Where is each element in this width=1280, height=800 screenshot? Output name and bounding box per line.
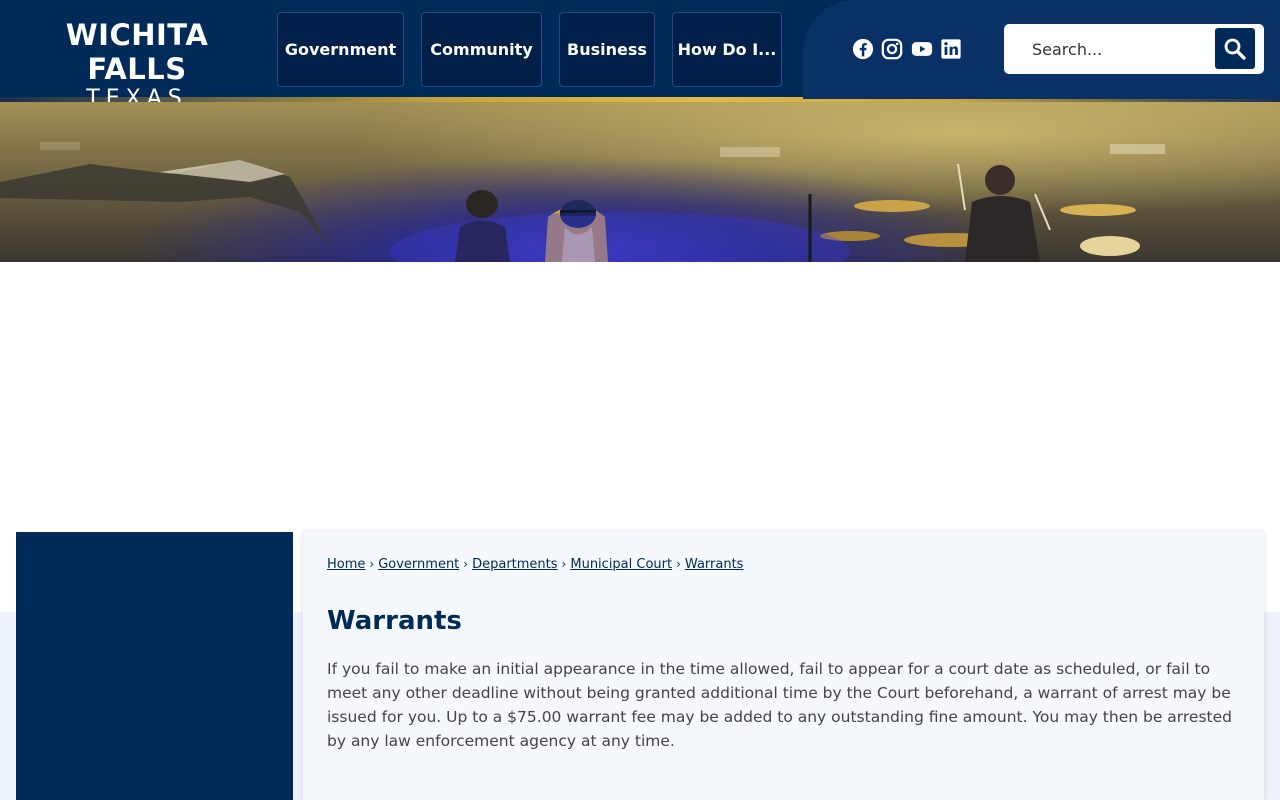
nav-community[interactable]: Community	[421, 12, 542, 87]
breadcrumb-separator: ›	[463, 557, 469, 571]
breadcrumb-separator: ›	[676, 557, 681, 571]
logo-city-name: WICHITA FALLS	[65, 18, 209, 86]
search-input[interactable]	[1018, 34, 1208, 64]
facebook-icon[interactable]	[852, 38, 874, 60]
hero-banner-image	[0, 102, 1280, 262]
breadcrumb: Home › Government › Departments › Municipal Co…	[327, 557, 743, 572]
linkedin-icon[interactable]	[940, 38, 962, 60]
breadcrumb-separator: ›	[561, 557, 567, 571]
nav-how-do-i[interactable]: How Do I...	[672, 12, 782, 87]
site-logo[interactable]: WICHITA FALLS TEXAS	[16, 18, 258, 111]
breadcrumb-warrants[interactable]: Warrants	[685, 557, 744, 572]
page-title: Warrants	[327, 606, 462, 636]
warrants-description: If you fail to make an initial appearanc…	[327, 660, 1232, 750]
search-icon	[1224, 38, 1246, 60]
search-button[interactable]	[1215, 28, 1255, 69]
side-navigation-panel	[16, 532, 293, 800]
main-content: Home › Government › Departments › Municipal Co…	[303, 532, 1264, 800]
breadcrumb-municipal-court[interactable]: Municipal Court	[570, 557, 672, 572]
search-box	[1004, 24, 1264, 74]
breadcrumb-departments[interactable]: Departments	[472, 557, 557, 572]
concert-photo	[0, 102, 1280, 262]
breadcrumb-government[interactable]: Government	[378, 557, 459, 572]
youtube-icon[interactable]	[911, 38, 933, 60]
instagram-icon[interactable]	[881, 38, 903, 60]
nav-business[interactable]: Business	[559, 12, 655, 87]
breadcrumb-home[interactable]: Home	[327, 557, 365, 572]
nav-government[interactable]: Government	[277, 12, 404, 87]
breadcrumb-separator: ›	[369, 557, 375, 571]
